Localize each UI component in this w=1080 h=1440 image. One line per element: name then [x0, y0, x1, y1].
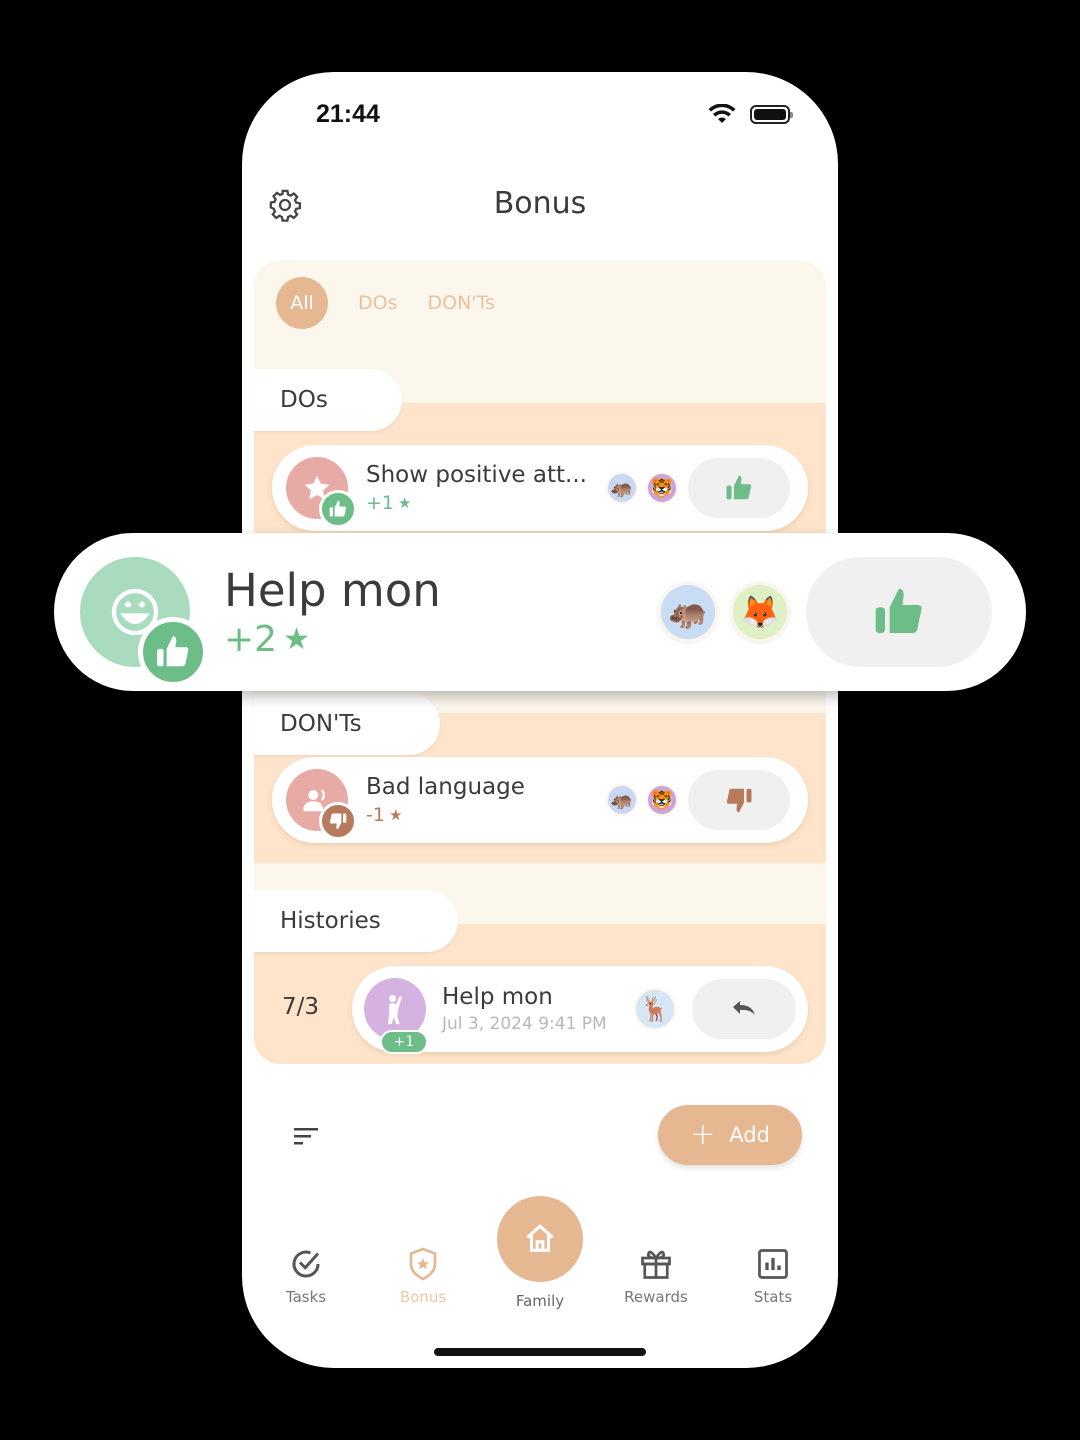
nav-rewards[interactable]: Rewards	[606, 1246, 706, 1306]
item-icon	[286, 457, 357, 528]
star-icon: ★	[283, 622, 310, 657]
points-badge: +1	[380, 1030, 428, 1054]
check-circle-icon	[292, 1250, 320, 1278]
gift-icon	[641, 1250, 671, 1279]
points-value: -1	[366, 804, 385, 826]
assignee-avatars: 🦛 🐯	[606, 784, 678, 816]
home-indicator	[434, 1348, 646, 1356]
filter-tabs: All DOs DON'Ts	[276, 277, 495, 329]
status-icons	[708, 104, 793, 124]
undo-button[interactable]	[692, 979, 796, 1039]
donts-section: DON'Ts Bad language -1 ★ 🦛 🐯	[254, 693, 826, 863]
nav-rewards-label: Rewards	[624, 1288, 688, 1306]
thumbs-up-button[interactable]	[806, 557, 992, 667]
item-icon	[286, 769, 357, 840]
item-points: +1 ★	[366, 492, 606, 514]
nav-tasks[interactable]: Tasks	[256, 1246, 356, 1306]
points-value: +1	[366, 492, 395, 514]
battery-icon	[750, 104, 793, 124]
deer-avatar: 🦌	[634, 988, 676, 1030]
histories-section: Histories 7/3 +1 Help mon Jul 3, 2024 9:…	[254, 890, 826, 1064]
nav-bonus-label: Bonus	[399, 1288, 447, 1306]
wifi-icon	[708, 104, 736, 123]
undo-icon	[733, 1001, 755, 1015]
shield-star-icon	[409, 1247, 437, 1281]
phone-screen: 21:44 Bonus All DOs DON'Ts DOs Show posi…	[242, 72, 838, 1368]
highlighted-bonus-card[interactable]: Help mon +2 ★ 🦛 🦊	[54, 533, 1026, 691]
dos-section: DOs Show positive att... +1 ★ 🦛 🐯	[254, 369, 826, 533]
tab-donts[interactable]: DON'Ts	[427, 292, 494, 314]
page-title: Bonus	[493, 186, 587, 221]
nav-family[interactable]	[497, 1196, 583, 1282]
item-points: -1 ★	[366, 804, 606, 826]
fox-avatar: 🦊	[730, 582, 790, 642]
nav-tasks-label: Tasks	[285, 1288, 327, 1306]
history-item-card[interactable]: +1 Help mon Jul 3, 2024 9:41 PM 🦌	[352, 966, 808, 1054]
nav-family-label: Family	[515, 1292, 565, 1310]
bottom-nav: Tasks Bonus Family Rewards Stats	[242, 1196, 838, 1316]
thumbs-up-button[interactable]	[688, 458, 790, 518]
bonus-item-card[interactable]: Bad language -1 ★ 🦛 🐯	[272, 757, 808, 843]
history-timestamp: Jul 3, 2024 9:41 PM	[442, 1014, 607, 1034]
plus-icon: +	[690, 1117, 716, 1152]
home-icon	[526, 1224, 554, 1252]
thumbs-down-icon	[726, 788, 752, 813]
bonus-item-card[interactable]: Show positive att... +1 ★ 🦛 🐯	[272, 445, 808, 531]
history-icon: +1	[364, 978, 428, 1054]
thumbs-down-icon	[319, 802, 357, 840]
item-title: Bad language	[366, 774, 525, 800]
item-icon	[80, 557, 208, 687]
donts-label-text: DON'Ts	[280, 711, 362, 737]
points-value: +2	[224, 619, 278, 660]
hippo-avatar: 🦛	[658, 582, 718, 642]
thumbs-up-icon	[319, 490, 357, 528]
nav-stats-label: Stats	[753, 1288, 793, 1306]
donts-section-label: DON'Ts	[254, 693, 440, 755]
histories-label-text: Histories	[280, 908, 381, 934]
hippo-avatar: 🦛	[606, 784, 638, 816]
histories-section-label: Histories	[254, 890, 458, 952]
thumbs-up-icon	[726, 475, 752, 500]
item-title: Show positive att...	[366, 462, 587, 488]
add-label: Add	[729, 1123, 770, 1147]
add-button[interactable]: + Add	[658, 1105, 802, 1165]
assignee-avatars: 🦛 🦊	[658, 582, 790, 642]
item-title: Help mon	[224, 564, 441, 617]
star-icon: ★	[388, 806, 403, 824]
tab-all[interactable]: All	[276, 277, 328, 329]
bar-chart-icon	[758, 1249, 788, 1279]
tiger-avatar: 🐯	[646, 472, 678, 504]
status-time: 21:44	[316, 100, 380, 128]
dos-section-label: DOs	[254, 369, 402, 431]
thumbs-down-button[interactable]	[688, 770, 790, 830]
tiger-avatar: 🐯	[646, 784, 678, 816]
hippo-avatar: 🦛	[606, 472, 638, 504]
history-title: Help mon	[442, 984, 553, 1010]
assignee-avatars: 🦛 🐯	[606, 472, 678, 504]
star-icon: ★	[398, 494, 412, 512]
thumbs-up-icon	[138, 617, 208, 687]
thumbs-up-icon	[875, 588, 922, 633]
dos-label-text: DOs	[280, 387, 328, 413]
history-date: 7/3	[282, 994, 320, 1020]
nav-stats[interactable]: Stats	[723, 1246, 823, 1306]
nav-bonus[interactable]: Bonus	[373, 1246, 473, 1306]
tab-dos[interactable]: DOs	[358, 292, 397, 314]
item-points: +2 ★	[224, 619, 658, 660]
sort-icon[interactable]	[294, 1126, 322, 1146]
